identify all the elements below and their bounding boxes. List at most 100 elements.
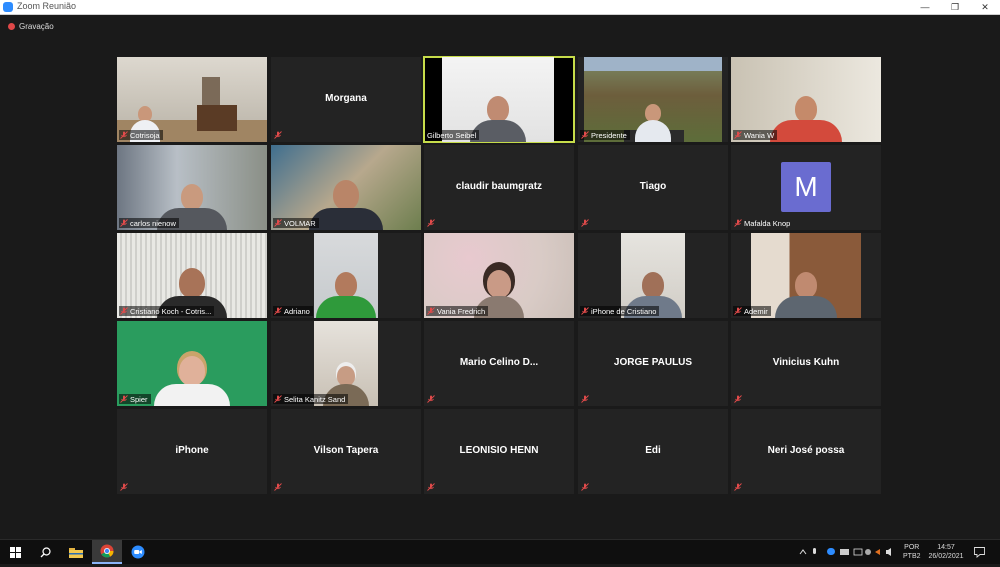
participant-name-label: Adriano (273, 306, 313, 316)
participant-avatar: M (781, 162, 831, 212)
close-button[interactable]: ✕ (970, 0, 1000, 14)
zoom-logo-icon (3, 2, 13, 12)
zoom-icon (131, 545, 145, 559)
participant-figure (309, 180, 383, 230)
chrome-icon (100, 544, 114, 558)
mic-muted-icon (274, 131, 282, 139)
mic-muted-icon (581, 307, 589, 315)
tray-icons (799, 548, 891, 556)
input-language-indicator[interactable]: POR PTB2 (903, 543, 921, 567)
participant-figure (770, 96, 842, 142)
participant-tile[interactable]: Morgana (271, 57, 421, 142)
participant-name: Wania W (744, 130, 775, 140)
participant-name-label (273, 130, 285, 140)
participant-figure (635, 104, 671, 142)
participant-name-label: Mafalda Knop (733, 218, 793, 228)
participant-name: Mafalda Knop (744, 218, 791, 228)
participant-name-label (580, 394, 592, 404)
participant-name: Spier (130, 394, 148, 404)
participant-name: VOLMAR (284, 218, 316, 228)
system-tray (798, 540, 898, 564)
clock[interactable]: 14:57 26/02/2021 (925, 543, 967, 567)
maximize-button[interactable]: ❐ (940, 0, 970, 14)
participant-tile[interactable]: carlos nienow (117, 145, 267, 230)
participant-center-name: Mario Celino D... (459, 357, 539, 368)
chrome-button[interactable] (92, 540, 122, 564)
participant-tile[interactable]: VOLMAR (271, 145, 421, 230)
participant-name: Adriano (284, 306, 310, 316)
minimize-button[interactable]: — (910, 0, 940, 14)
participant-name-label (580, 482, 592, 492)
participant-tile[interactable]: Neri José possa (731, 409, 881, 494)
participant-name-label (733, 394, 745, 404)
zoom-taskbar-button[interactable] (123, 540, 153, 564)
participant-center-name: JORGE PAULUS (613, 357, 693, 368)
participant-tile[interactable]: iPhone (117, 409, 267, 494)
participant-name-label (426, 394, 438, 404)
participant-tile[interactable]: M Mafalda Knop (731, 145, 881, 230)
participant-tile[interactable]: Presidente (578, 57, 728, 142)
mic-muted-icon (274, 307, 282, 315)
participant-center-name: iPhone (175, 445, 209, 456)
participant-tile[interactable]: Selita Kanitz Sand (271, 321, 421, 406)
participant-tile[interactable]: Mario Celino D... (424, 321, 574, 406)
mic-muted-icon (581, 219, 589, 227)
participant-name-label (119, 482, 131, 492)
participant-tile[interactable]: Vania Fredrich (424, 233, 574, 318)
participant-tile[interactable]: Cotrisoja (117, 57, 267, 142)
recording-indicator[interactable]: Gravação (8, 20, 54, 32)
participant-tile[interactable]: Adriano (271, 233, 421, 318)
participant-tile[interactable]: Cristiano Koch - Cotris... (117, 233, 267, 318)
mic-muted-icon (581, 483, 589, 491)
participant-name: Ademir (744, 306, 768, 316)
participant-name-label: Presidente (580, 130, 630, 140)
start-button[interactable] (0, 540, 30, 564)
clock-date: 26/02/2021 (928, 553, 964, 560)
participant-tile[interactable]: Tiago (578, 145, 728, 230)
file-explorer-button[interactable] (61, 540, 91, 564)
language-code: POR (904, 544, 920, 551)
participant-figure (316, 272, 376, 318)
notifications-button[interactable] (966, 540, 992, 564)
participant-center-name: Tiago (639, 181, 667, 192)
mic-muted-icon (734, 395, 742, 403)
participant-name-label: Wania W (733, 130, 778, 140)
participant-name: Cristiano Koch - Cotris... (130, 306, 212, 316)
participant-tile[interactable]: iPhone de Cristiano (578, 233, 728, 318)
mic-muted-icon (734, 483, 742, 491)
participant-tile[interactable]: Vinicius Kuhn (731, 321, 881, 406)
mic-muted-icon (427, 483, 435, 491)
participant-tile[interactable]: Spier (117, 321, 267, 406)
recording-dot-icon (8, 22, 15, 30)
participant-center-name: Vilson Tapera (313, 445, 379, 456)
participant-tile[interactable]: LEONISIO HENN (424, 409, 574, 494)
participant-tile[interactable]: JORGE PAULUS (578, 321, 728, 406)
participant-tile[interactable]: Ademir (731, 233, 881, 318)
participant-tile[interactable]: Wania W (731, 57, 881, 142)
participant-name-label (580, 218, 592, 228)
mic-muted-icon (734, 307, 742, 315)
participant-figure (154, 356, 230, 406)
mic-muted-icon (734, 131, 742, 139)
participant-tile-active-speaker[interactable]: Gilberto Seibel (423, 56, 575, 143)
participant-name-label: Selita Kanitz Sand (273, 394, 349, 404)
participant-center-name: Edi (645, 445, 661, 456)
mic-muted-icon (274, 219, 282, 227)
search-button[interactable] (30, 540, 60, 564)
mic-muted-icon (581, 131, 589, 139)
participant-name-label: Vania Fredrich (426, 306, 489, 316)
participant-tile[interactable]: Vilson Tapera (271, 409, 421, 494)
notification-icon (973, 546, 985, 558)
mic-muted-icon (581, 395, 589, 403)
participant-name-label: Cristiano Koch - Cotris... (119, 306, 215, 316)
participant-name-label: VOLMAR (273, 218, 319, 228)
mic-muted-icon (120, 219, 128, 227)
mic-muted-icon (427, 395, 435, 403)
participant-tile[interactable]: claudir baumgratz (424, 145, 574, 230)
participant-name-label (426, 218, 438, 228)
participant-tile[interactable]: Edi (578, 409, 728, 494)
mic-muted-icon (274, 395, 282, 403)
participant-center-name: Vinicius Kuhn (772, 357, 840, 368)
window-title: Zoom Reunião (17, 1, 77, 11)
participant-name: Gilberto Seibel (427, 130, 477, 140)
